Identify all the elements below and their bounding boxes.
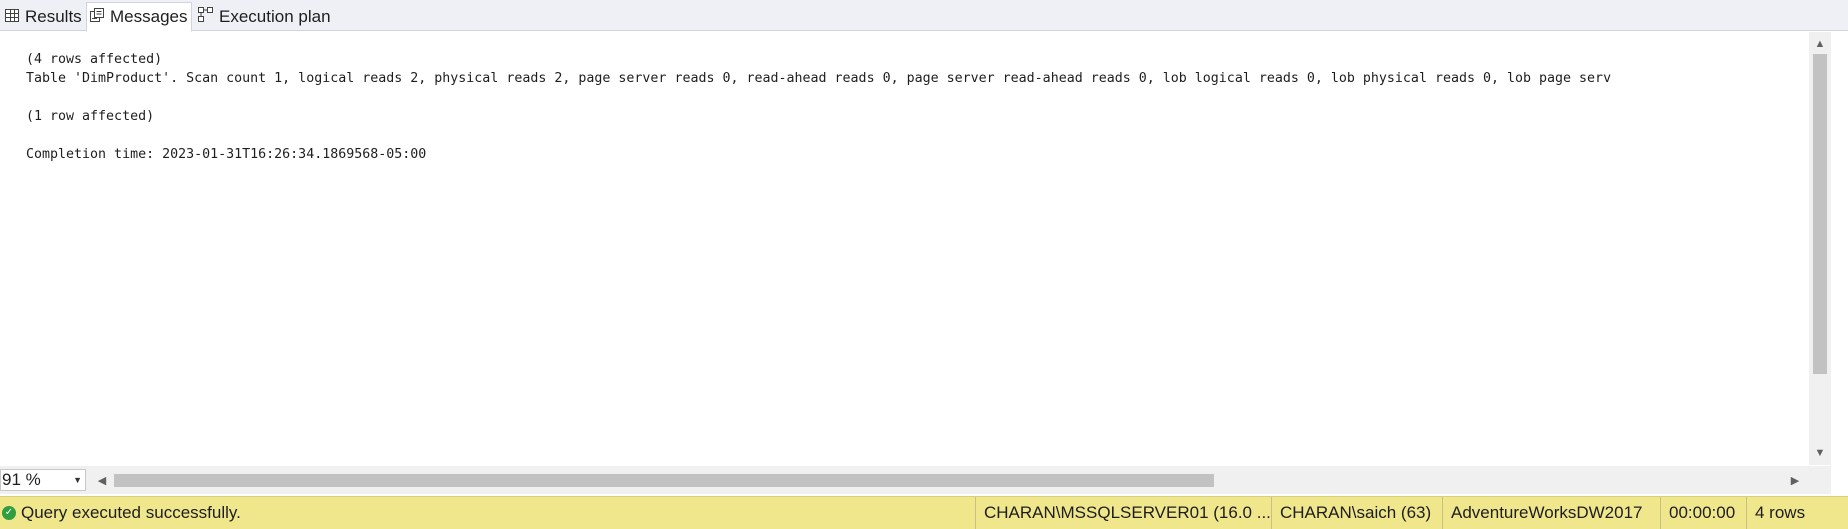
status-database: AdventureWorksDW2017 bbox=[1442, 497, 1661, 529]
tab-messages[interactable]: Messages bbox=[86, 2, 192, 32]
status-user: CHARAN\saich (63) bbox=[1271, 497, 1443, 529]
horizontal-scroll-area: 91 % ▼ ◀ ▶ bbox=[0, 466, 1831, 494]
tab-execution-plan[interactable]: Execution plan bbox=[195, 3, 331, 31]
status-message: ✓ Query executed successfully. bbox=[0, 497, 241, 529]
messages-output[interactable]: (4 rows affected) Table 'DimProduct'. Sc… bbox=[0, 32, 1808, 465]
horizontal-scroll-thumb[interactable] bbox=[114, 474, 1214, 487]
results-tab-strip: Results Messages Execution plan bbox=[0, 0, 1848, 32]
tab-results-label: Results bbox=[25, 7, 82, 26]
vertical-scroll-thumb[interactable] bbox=[1813, 54, 1827, 374]
messages-icon bbox=[90, 7, 104, 27]
vertical-scrollbar[interactable]: ▲ ▼ bbox=[1809, 32, 1831, 465]
message-line: Table 'DimProduct'. Scan count 1, logica… bbox=[26, 71, 1612, 86]
query-results-pane: Results Messages Execution plan (4 rows … bbox=[0, 0, 1848, 529]
tab-messages-label: Messages bbox=[110, 7, 188, 26]
tab-execution-plan-label: Execution plan bbox=[219, 7, 331, 26]
scroll-down-arrow-icon[interactable]: ▼ bbox=[1809, 443, 1831, 463]
tab-results[interactable]: Results bbox=[2, 3, 84, 31]
message-line: (4 rows affected) bbox=[26, 52, 163, 67]
message-line: (1 row affected) bbox=[26, 109, 155, 124]
status-message-text: Query executed successfully. bbox=[21, 503, 241, 522]
message-line: Completion time: 2023-01-31T16:26:34.186… bbox=[26, 147, 427, 162]
scroll-right-arrow-icon[interactable]: ▶ bbox=[1785, 470, 1805, 490]
scroll-left-arrow-icon[interactable]: ◀ bbox=[92, 470, 112, 490]
status-server: CHARAN\MSSQLSERVER01 (16.0 ... bbox=[975, 497, 1272, 529]
execution-plan-icon bbox=[198, 7, 213, 27]
zoom-value: 91 % bbox=[2, 470, 41, 489]
scroll-up-arrow-icon[interactable]: ▲ bbox=[1809, 34, 1831, 54]
chevron-down-icon: ▼ bbox=[73, 475, 82, 485]
status-row-count: 4 rows bbox=[1746, 497, 1848, 529]
zoom-dropdown[interactable]: 91 % ▼ bbox=[0, 469, 86, 491]
check-circle-icon: ✓ bbox=[2, 506, 16, 520]
status-elapsed-time: 00:00:00 bbox=[1660, 497, 1747, 529]
query-status-bar: ✓ Query executed successfully. CHARAN\MS… bbox=[0, 496, 1848, 529]
grid-icon bbox=[5, 7, 19, 27]
